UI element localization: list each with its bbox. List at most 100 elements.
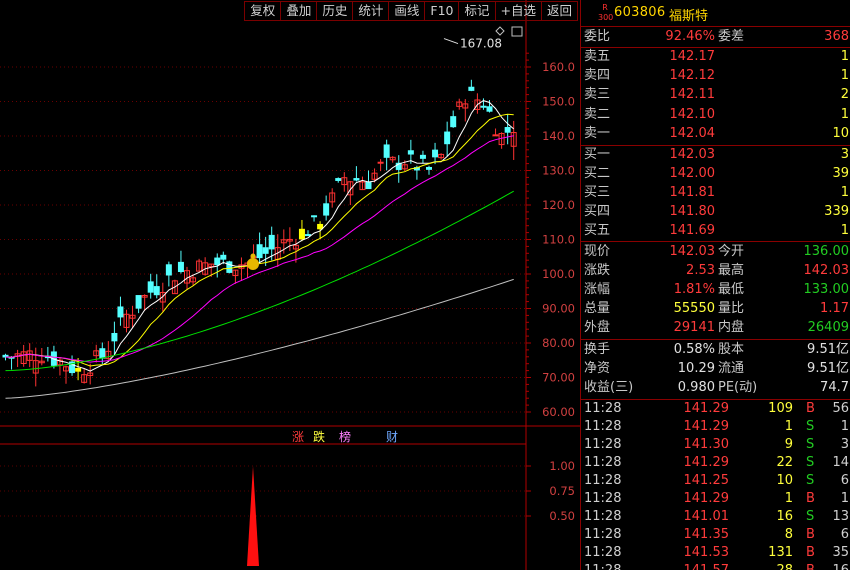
toolbar-button-1[interactable]: 叠加 [280,1,317,21]
candle-body [268,234,275,250]
toolbar-button-2[interactable]: 历史 [316,1,353,21]
bid-price: 141.81 [669,185,716,201]
tick-price: 141.29 [683,491,730,506]
toolbar-button-7[interactable]: +自选 [494,1,541,21]
tick-price: 141.25 [683,473,730,488]
tick-row: 11:28 141.57 28 B 16 [581,562,850,570]
toolbar-button-8[interactable]: 返回 [540,1,578,21]
tick-side: B [806,545,815,560]
badge-rise[interactable]: 涨 [292,430,304,444]
tick-side: S [806,419,815,434]
stat-label: 今开 [718,244,745,259]
tick-volume: 28 [776,562,793,570]
commit-diff-value: 368 [824,29,849,44]
stat-row: 涨跌 2.53 最高 142.03 [581,262,850,280]
price-tick-label: 90.00 [542,302,575,316]
badge-fall[interactable]: 跌 [313,430,325,444]
bid-row[interactable]: 买一 142.03 3 [581,146,850,164]
money-bag-knot [250,253,256,259]
tick-row: 11:28 141.29 1 S 1 [581,418,850,436]
fundamental-row: 换手 0.58% 股本 9.51亿 [581,341,850,359]
tick-count: 13 [832,509,849,524]
tick-time: 11:28 [584,437,622,452]
indicator-tick-label: 0.75 [549,484,575,498]
tick-side: S [806,509,815,524]
price-tick-label: 70.00 [542,371,575,385]
toolbar-button-6[interactable]: 标记 [458,1,495,21]
toolbar-button-4[interactable]: 画线 [388,1,425,21]
stat-label: 量比 [718,301,745,316]
candle-body [444,131,451,145]
badge-list[interactable]: 榜 [339,430,351,444]
candle-body [383,144,390,158]
bid-row[interactable]: 买五 141.69 1 [581,222,850,240]
stat-value: 55550 [673,301,715,316]
stat-label: 最低 [718,282,745,297]
ask-label: 卖五 [584,49,611,64]
tick-price: 141.30 [683,437,730,452]
toolbar-button-0[interactable]: 复权 [244,1,281,21]
ask-row[interactable]: 卖二 142.10 1 [581,106,850,124]
candle-body [311,215,318,218]
tick-volume: 16 [776,509,793,524]
fundamental-label: 换手 [584,342,611,357]
stat-value: 26409 [807,320,849,335]
fundamental-row: 收益(三) 0.980 PE(动) 74.7 [581,379,850,397]
bid-row[interactable]: 买二 142.00 39 [581,165,850,183]
candle-body [407,150,414,155]
tick-time: 11:28 [584,562,621,570]
tick-time: 11:28 [584,491,622,506]
candle-body [220,254,227,260]
candle-body [147,281,154,293]
candle-body [99,348,106,359]
price-tick-label: 120.0 [542,198,575,212]
indicator-tick-label: 0.50 [549,509,575,523]
stat-value: 142.03 [669,244,716,259]
tick-volume: 9 [784,437,793,452]
ask-row[interactable]: 卖三 142.11 2 [581,86,850,104]
fundamental-value: 10.29 [677,361,715,376]
ask-label: 卖一 [584,125,611,141]
stock-header: R 300 603806 福斯特 [581,0,850,27]
bid-row[interactable]: 买三 141.81 1 [581,184,850,202]
ask-row[interactable]: 卖四 142.12 1 [581,67,850,85]
ask-label: 卖三 [584,87,611,103]
kline-chart-area[interactable]: 160.0 150.0 140.0 130.0 120.0 110.0 100.0 90.00… [0,0,580,570]
ask-label: 卖二 [584,106,611,122]
ask-label: 卖四 [584,68,611,84]
tick-count: 3 [840,437,849,452]
stock-code: 603806 [614,5,666,20]
bid-label: 买三 [584,185,611,201]
candle-body [426,166,432,170]
quote-panel: R 300 603806 福斯特 委比 92.46% 委差 368 卖五 142.… [580,0,850,570]
tick-count: 1 [840,419,849,434]
ask-volume: 1 [840,68,849,84]
price-tick-label: 150.0 [542,95,575,109]
candle-body [75,367,82,372]
bid-row[interactable]: 买四 141.80 339 [581,203,850,221]
stat-value: 133.00 [803,282,850,297]
tick-row: 11:28 141.29 22 S 14 [581,454,850,472]
tick-row: 11:28 141.01 16 S 13 [581,508,850,526]
tick-side: S [806,473,815,488]
ask-volume: 2 [840,87,849,103]
tick-count: 35 [832,545,849,560]
tick-volume: 8 [784,527,793,542]
ask-row[interactable]: 卖五 142.17 1 [581,48,850,66]
fundamental-value: 9.51亿 [807,342,849,357]
ask-price: 142.10 [669,106,716,122]
kline-chart[interactable]: 160.0 150.0 140.0 130.0 120.0 110.0 100.0 90.00… [0,0,580,570]
ask-row[interactable]: 卖一 142.04 10 [581,125,850,143]
candle-body [153,286,160,296]
badge-finance[interactable]: 财 [386,430,398,444]
toolbar-button-5[interactable]: F10 [424,1,459,21]
fundamental-value: 0.980 [677,380,715,395]
tick-price: 141.01 [683,509,730,524]
fundamental-label: PE(动) [718,380,758,395]
fundamental-label: 流通 [718,361,745,376]
candle-body [486,106,493,112]
ask-price: 142.04 [669,125,716,141]
toolbar-button-3[interactable]: 统计 [352,1,389,21]
indicator-tick-label: 1.00 [549,459,575,473]
tick-volume: 1 [784,419,793,434]
